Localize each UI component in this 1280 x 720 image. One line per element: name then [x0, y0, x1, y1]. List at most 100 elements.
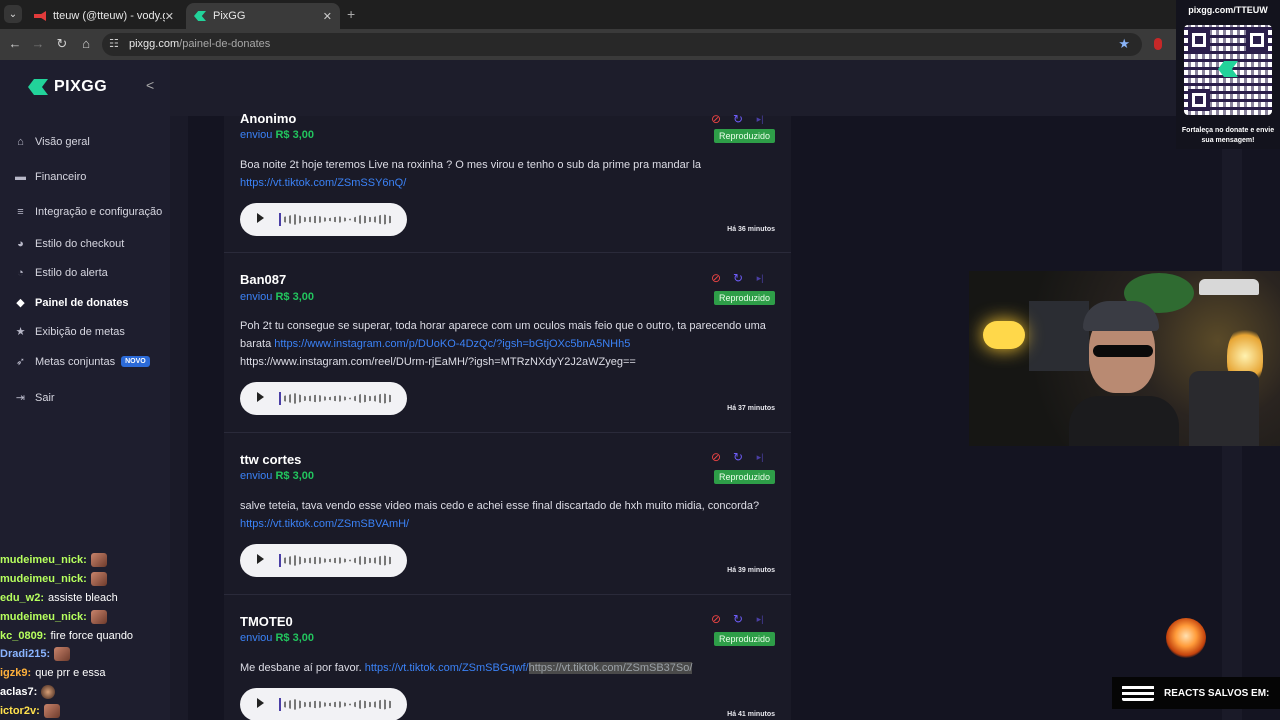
chat-message: edu_w2: assiste bleach [0, 589, 170, 608]
skip-icon[interactable]: ▸| [753, 114, 767, 125]
audio-position [279, 698, 281, 711]
play-icon[interactable] [257, 698, 264, 708]
donation-time: Há 36 minutos [727, 226, 775, 233]
chat-message: Dradi215: [0, 645, 170, 664]
emote-icon [90, 553, 107, 568]
audio-position [279, 213, 281, 226]
chat-message: kc_0809: fire force quando [0, 626, 170, 645]
tab-close-icon[interactable]: ✕ [165, 10, 174, 23]
sidebar-item-visao-geral[interactable]: ⌂ Visão geral [14, 135, 90, 148]
status-badge: Reproduzido [713, 470, 775, 484]
donation-amount: enviou R$ 3,00 [240, 632, 315, 644]
qr-finder [1188, 89, 1210, 111]
emote-icon [41, 684, 56, 699]
streamer-body [1069, 396, 1179, 446]
audio-position [279, 392, 281, 405]
sidebar-item-exibicao-metas[interactable]: ★ Exibição de metas [14, 325, 125, 339]
extension-icon[interactable] [1154, 38, 1162, 50]
audio-player[interactable] [240, 382, 407, 415]
message-link[interactable]: https://www.instagram.com/p/DUoKO-4DzQc/… [274, 338, 630, 350]
audio-player[interactable] [240, 688, 407, 720]
donation-actions: ⊘ ↻ ▸| [709, 612, 767, 626]
block-icon[interactable]: ⊘ [709, 612, 723, 626]
audio-waveform[interactable] [284, 555, 394, 566]
home-icon: ⌂ [17, 135, 24, 148]
donation-message: Poh 2t tu consegue se superar, toda hora… [240, 320, 766, 368]
webcam-feed [969, 271, 1280, 446]
block-icon[interactable]: ⊘ [709, 112, 723, 126]
emote-icon [54, 647, 71, 662]
browser-tab-pixgg[interactable]: PixGG ✕ [186, 3, 340, 29]
home-icon[interactable]: ⌂ [78, 36, 94, 51]
qr-title: pixgg.com/TTEUW [1188, 5, 1268, 15]
sidebar-item-painel-donates[interactable]: ◆ Painel de donates [14, 296, 128, 310]
skip-icon[interactable]: ▸| [753, 273, 767, 284]
audio-waveform[interactable] [284, 699, 394, 710]
pixgg-logo-icon [28, 79, 48, 95]
address-bar[interactable]: ☷ pixgg.com/painel-de-donates ★ [102, 33, 1142, 56]
donation-amount: enviou R$ 3,00 [240, 470, 315, 482]
replay-icon[interactable]: ↻ [731, 271, 745, 285]
forward-arrow-icon[interactable]: → [30, 36, 46, 51]
tab-search-button[interactable]: ⌄ [4, 5, 22, 23]
donor-name: ttw cortes [240, 452, 302, 467]
browser-tab-bar: ⌄ tteuw (@tteuw) - vody.gg ✕ PixGG ✕ + [0, 0, 1280, 29]
replay-icon[interactable]: ↻ [731, 612, 745, 626]
audio-waveform[interactable] [284, 214, 394, 225]
play-icon[interactable] [257, 392, 264, 402]
pixgg-logo[interactable]: PIXGG [28, 78, 107, 96]
audio-player[interactable] [240, 544, 407, 577]
sidebar-item-estilo-alerta[interactable]: ◔ Estilo do alerta [14, 266, 108, 279]
site-info-icon[interactable]: ☷ [109, 37, 119, 50]
sidebar-item-sair[interactable]: ⇥ Sair [14, 391, 55, 405]
chat-username: edu_w2: [0, 591, 45, 604]
browser-toolbar: ← → ↻ ⌂ ☷ pixgg.com/painel-de-donates ★ [0, 29, 1176, 60]
donation-message: Boa noite 2t hoje teremos Live na roxinh… [240, 159, 702, 189]
new-tab-button[interactable]: + [347, 6, 355, 22]
replay-icon[interactable]: ↻ [731, 450, 745, 464]
sidebar-item-metas-conjuntas[interactable]: ➶ Metas conjuntas NOVO [14, 355, 150, 368]
message-link[interactable]: https://vt.tiktok.com/ZSmSBVAmH/ [240, 518, 409, 530]
chat-message: mudeimeu_nick: [0, 607, 170, 626]
skip-icon[interactable]: ▸| [753, 614, 767, 625]
donation-time: Há 39 minutos [727, 567, 775, 574]
chat-username: aclas7: [0, 685, 38, 698]
chat-message: igzk9: que prr e essa [0, 664, 170, 683]
donation-actions: ⊘ ↻ ▸| [709, 271, 767, 285]
message-link[interactable]: https://vt.tiktok.com/ZSmSSY6nQ/ [240, 177, 406, 189]
chat-text: que prr e essa [35, 667, 106, 680]
replay-icon[interactable]: ↻ [731, 112, 745, 126]
play-icon[interactable] [257, 213, 264, 223]
pixgg-logo-icon [1218, 61, 1238, 77]
back-arrow-icon[interactable]: ← [7, 36, 23, 51]
play-icon[interactable] [257, 554, 264, 564]
audio-waveform[interactable] [284, 393, 394, 404]
block-icon[interactable]: ⊘ [709, 450, 723, 464]
logout-icon: ⇥ [15, 392, 26, 404]
audio-player[interactable] [240, 203, 407, 236]
bookmark-star-icon[interactable]: ★ [1118, 36, 1130, 52]
collapse-sidebar-icon[interactable]: < [146, 77, 154, 93]
webcam-car [1199, 279, 1259, 295]
tab-close-icon[interactable]: ✕ [323, 10, 332, 23]
streamer [1069, 301, 1179, 446]
pixgg-favicon-icon [194, 11, 206, 21]
block-icon[interactable]: ⊘ [709, 271, 723, 285]
donation-card: TMOTE0 enviou R$ 3,00 ⊘ ↻ ▸| Reproduzido… [224, 596, 791, 720]
sidebar-item-integracao[interactable]: ≡ Integração e configuração [14, 205, 162, 218]
content-rail-left [170, 116, 188, 720]
star-icon: ★ [15, 326, 26, 338]
browser-tab-vody[interactable]: tteuw (@tteuw) - vody.gg ✕ [26, 3, 182, 29]
chat-message: aclas7: [0, 683, 170, 702]
skip-icon[interactable]: ▸| [753, 452, 767, 463]
streamer-sunglasses [1093, 345, 1153, 357]
sidebar-item-financeiro[interactable]: ▬ Financeiro [14, 170, 86, 183]
chat-username: mudeimeu_nick: [0, 610, 87, 623]
message-link[interactable]: https://vt.tiktok.com/ZSmSBGqwf/ [365, 662, 529, 674]
donation-message: Me desbane aí por favor. https://vt.tikt… [240, 662, 693, 674]
donor-name: Ban087 [240, 272, 287, 287]
selected-link-text[interactable]: https://vt.tiktok.com/ZSmSB37So/ [528, 662, 693, 674]
streamer-cap [1083, 301, 1159, 331]
reload-icon[interactable]: ↻ [54, 36, 70, 52]
sidebar-item-estilo-checkout[interactable]: ◕ Estilo do checkout [14, 237, 124, 250]
